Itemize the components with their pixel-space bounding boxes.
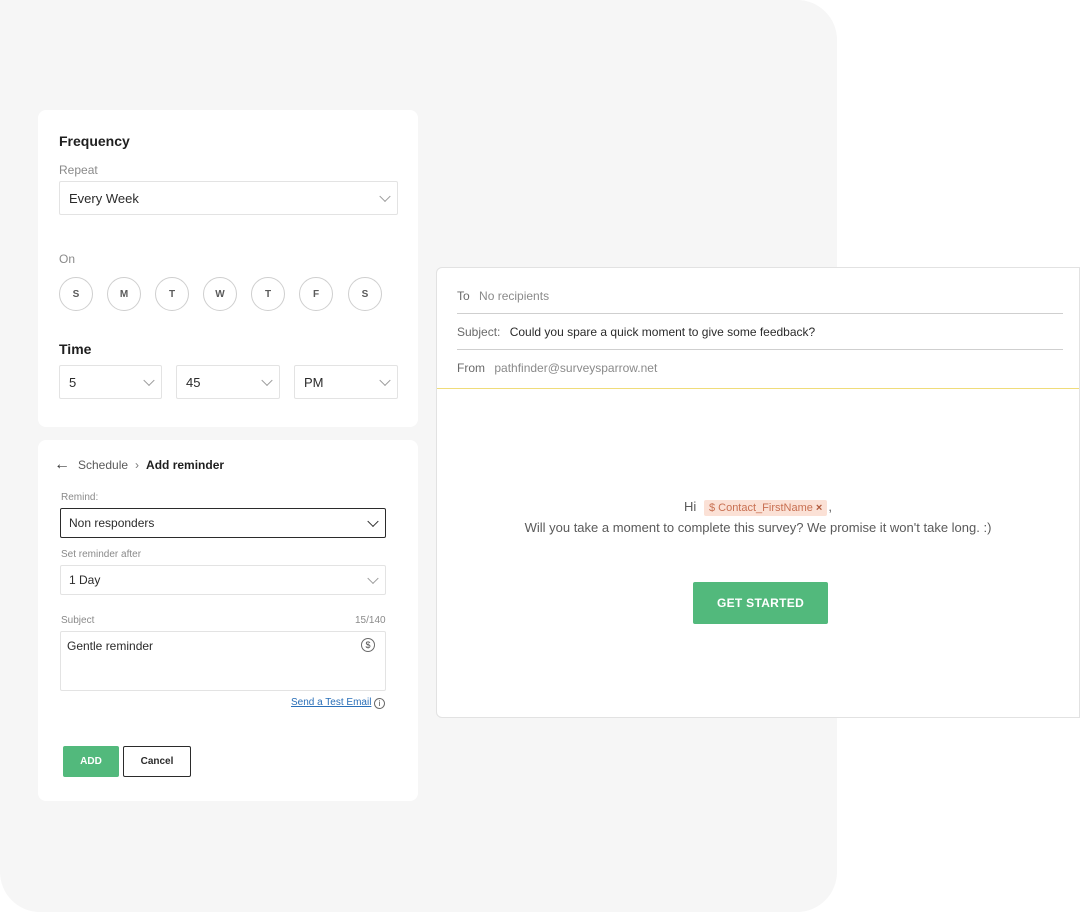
on-label: On (59, 252, 76, 266)
reminder-after-label: Set reminder after (61, 549, 142, 560)
cancel-button[interactable]: Cancel (123, 746, 191, 777)
email-body: Will you take a moment to complete this … (524, 520, 992, 535)
from-label: From (457, 361, 485, 375)
day-toggle-tuesday[interactable]: T (155, 277, 189, 311)
day-toggle-sunday[interactable]: S (59, 277, 93, 311)
send-test-email-link[interactable]: Send a Test Email (291, 697, 371, 708)
contact-firstname-chip[interactable]: $ Contact_FirstName × (703, 499, 828, 516)
day-toggle-friday[interactable]: F (299, 277, 333, 311)
subject-label: Subject (61, 615, 95, 626)
divider (457, 313, 1063, 314)
breadcrumb-add-reminder: Add reminder (146, 458, 225, 472)
remind-label: Remind: (61, 492, 99, 503)
email-preview: To No recipients Subject: Could you spar… (436, 267, 1080, 718)
email-subject-row: Subject: Could you spare a quick moment … (457, 325, 1063, 339)
reminder-card: ← Schedule › Add reminder Remind: Non re… (38, 440, 418, 801)
repeat-label: Repeat (59, 163, 98, 177)
frequency-card: Frequency Repeat Every Week On S M T W T… (38, 110, 418, 427)
dollar-variable-icon[interactable]: $ (361, 638, 375, 652)
chevron-down-icon (143, 374, 155, 387)
subject-textarea[interactable]: Gentle reminder $ (60, 631, 386, 691)
chevron-down-icon (367, 515, 379, 528)
time-title: Time (59, 341, 92, 357)
email-from-row: From pathfinder@surveysparrow.net (457, 361, 1063, 375)
add-button[interactable]: ADD (63, 746, 119, 777)
chip-label: $ Contact_FirstName (708, 501, 813, 514)
chevron-right-icon: › (135, 458, 140, 472)
repeat-value: Every Week (69, 190, 139, 206)
chevron-down-icon (379, 190, 391, 203)
chevron-down-icon (261, 374, 273, 387)
ampm-select[interactable]: PM (294, 365, 398, 399)
back-arrow-icon[interactable]: ← (54, 456, 70, 474)
email-subject-label: Subject: (457, 325, 501, 339)
day-toggle-wednesday[interactable]: W (203, 277, 237, 311)
close-icon[interactable]: × (816, 502, 822, 514)
day-toggle-saturday[interactable]: S (348, 277, 382, 311)
breadcrumb-schedule[interactable]: Schedule (78, 458, 128, 472)
day-toggle-monday[interactable]: M (107, 277, 141, 311)
hour-value: 5 (69, 374, 77, 390)
subject-value: Gentle reminder (67, 639, 154, 653)
reminder-after-select[interactable]: 1 Day (60, 565, 386, 595)
minute-select[interactable]: 45 (176, 365, 280, 399)
to-label: To (457, 289, 470, 303)
divider (457, 349, 1063, 350)
repeat-select[interactable]: Every Week (59, 181, 398, 215)
info-icon[interactable]: i (374, 698, 385, 709)
email-subject-value[interactable]: Could you spare a quick moment to give s… (510, 325, 816, 339)
ampm-value: PM (304, 374, 324, 390)
email-greeting: Hi $ Contact_FirstName ×, (437, 499, 1079, 516)
reminder-after-value: 1 Day (69, 573, 101, 587)
minute-value: 45 (186, 374, 201, 390)
frequency-title: Frequency (59, 133, 130, 149)
greeting-suffix: , (828, 499, 832, 514)
day-toggle-thursday[interactable]: T (251, 277, 285, 311)
get-started-button[interactable]: GET STARTED (693, 582, 828, 624)
chevron-down-icon (367, 572, 379, 585)
chevron-down-icon (379, 374, 391, 387)
subject-char-count: 15/140 (355, 615, 386, 626)
email-to-row: To No recipients (457, 289, 1063, 303)
to-value[interactable]: No recipients (479, 289, 549, 303)
hour-select[interactable]: 5 (59, 365, 162, 399)
remind-value: Non responders (69, 516, 155, 530)
header-divider (437, 388, 1079, 389)
breadcrumb: ← Schedule › Add reminder (54, 456, 224, 474)
greeting-text: Hi (684, 499, 697, 514)
from-value: pathfinder@surveysparrow.net (494, 361, 658, 375)
remind-select[interactable]: Non responders (60, 508, 386, 538)
